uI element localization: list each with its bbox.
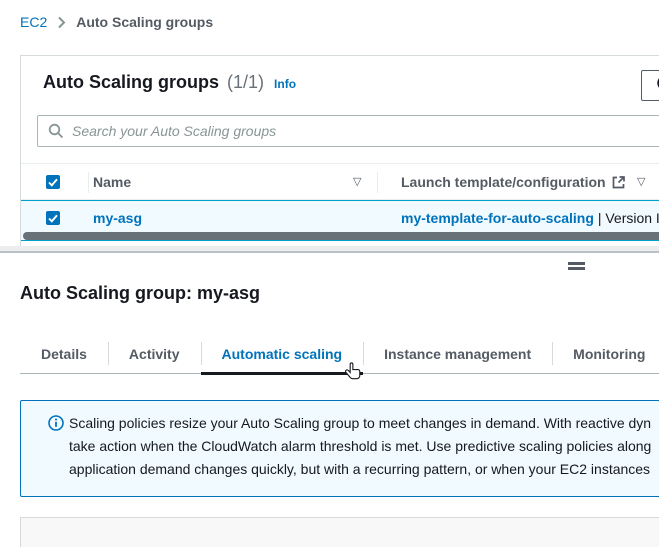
tab-details[interactable]: Details <box>20 334 108 373</box>
breadcrumb-link-ec2[interactable]: EC2 <box>20 14 47 30</box>
tab-bar: Details Activity Automatic scaling Insta… <box>20 334 659 374</box>
split-panel-divider <box>0 246 659 253</box>
tab-instance-management[interactable]: Instance management <box>363 334 552 373</box>
check-icon <box>48 214 58 223</box>
horizontal-scrollbar[interactable] <box>23 232 659 240</box>
refresh-button[interactable] <box>641 70 659 101</box>
launch-template-version: | Version I <box>598 210 659 226</box>
column-header-name[interactable]: Name <box>93 174 131 190</box>
alert-text: Scaling policies resize your Auto Scalin… <box>69 412 651 481</box>
select-all-checkbox[interactable] <box>46 175 60 189</box>
detail-panel-title: Auto Scaling group: my-asg <box>20 283 260 304</box>
chevron-right-icon <box>57 16 66 29</box>
drag-handle-bar <box>568 262 585 265</box>
check-icon <box>48 178 58 187</box>
column-divider <box>88 172 89 193</box>
column-header-launch-template[interactable]: Launch template/configuration <box>401 174 606 190</box>
table-row[interactable]: my-asg my-template-for-auto-scaling | Ve… <box>21 200 659 241</box>
breadcrumb-current: Auto Scaling groups <box>76 14 213 30</box>
info-icon <box>48 415 64 436</box>
search-box <box>37 115 659 147</box>
panel-title: Auto Scaling groups <box>43 72 219 93</box>
panel-count: (1/1) <box>227 72 264 93</box>
asg-list-panel: Auto Scaling groups (1/1) Info Name ▽ La… <box>20 55 659 248</box>
scaling-policies-card-header <box>20 517 659 547</box>
alert-line: Scaling policies resize your Auto Scalin… <box>69 412 651 435</box>
column-divider <box>377 172 378 193</box>
table-header: Name ▽ Launch template/configuration ▽ <box>21 163 659 200</box>
tab-automatic-scaling[interactable]: Automatic scaling <box>201 334 364 373</box>
launch-template-cell: my-template-for-auto-scaling | Version I <box>401 210 659 226</box>
external-link-icon[interactable] <box>611 175 626 195</box>
asg-name-link[interactable]: my-asg <box>93 210 142 226</box>
drag-handle-bar <box>568 267 585 270</box>
breadcrumb: EC2 Auto Scaling groups <box>20 14 213 30</box>
info-link[interactable]: Info <box>274 77 296 91</box>
alert-line: application demand changes quickly, but … <box>69 458 651 481</box>
row-checkbox[interactable] <box>46 211 60 225</box>
sort-icon-name[interactable]: ▽ <box>353 175 361 189</box>
search-input[interactable] <box>72 116 659 146</box>
tab-monitoring[interactable]: Monitoring <box>552 334 659 373</box>
alert-line: take action when the CloudWatch alarm th… <box>69 435 651 458</box>
sort-icon-launch-template[interactable]: ▽ <box>637 175 645 189</box>
tab-activity[interactable]: Activity <box>108 334 201 373</box>
search-icon <box>48 123 64 139</box>
launch-template-link[interactable]: my-template-for-auto-scaling <box>401 210 594 226</box>
info-alert: Scaling policies resize your Auto Scalin… <box>20 400 659 497</box>
split-panel-drag-handle[interactable] <box>568 262 585 272</box>
